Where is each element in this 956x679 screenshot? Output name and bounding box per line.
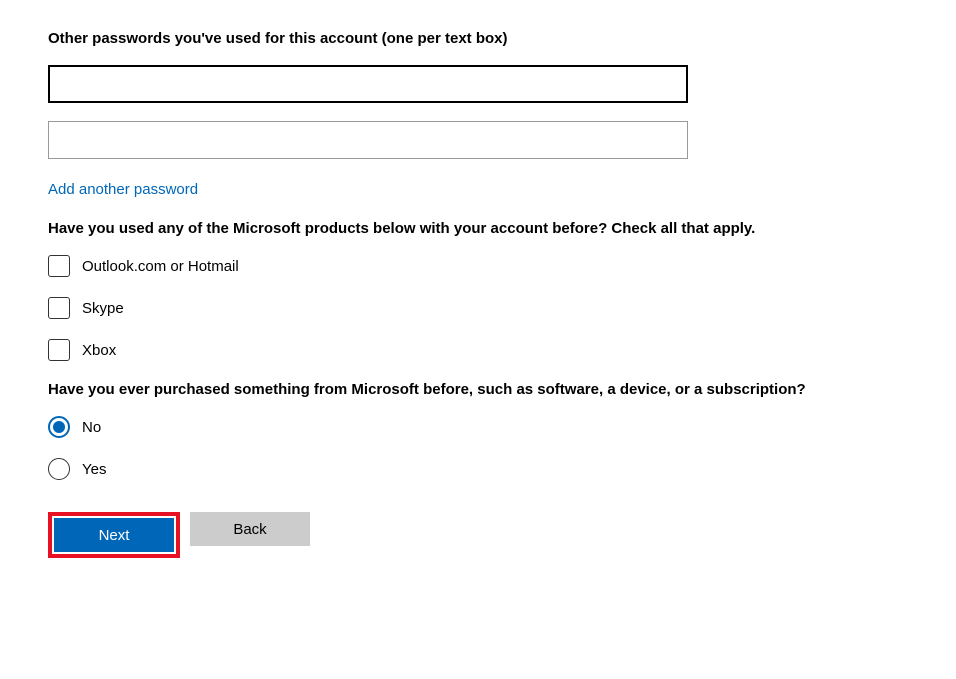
password-input-2[interactable] xyxy=(48,121,688,159)
checkbox-label-skype: Skype xyxy=(82,300,124,317)
checkbox-skype[interactable] xyxy=(48,297,70,319)
checkbox-row-outlook[interactable]: Outlook.com or Hotmail xyxy=(48,255,908,277)
products-section: Have you used any of the Microsoft produ… xyxy=(48,220,908,361)
checkbox-outlook[interactable] xyxy=(48,255,70,277)
password-input-1[interactable] xyxy=(48,65,688,103)
radio-label-yes: Yes xyxy=(82,461,106,478)
products-section-label: Have you used any of the Microsoft produ… xyxy=(48,220,908,237)
add-password-link[interactable]: Add another password xyxy=(48,181,198,198)
checkbox-label-xbox: Xbox xyxy=(82,342,116,359)
radio-row-yes[interactable]: Yes xyxy=(48,458,908,480)
next-button[interactable]: Next xyxy=(54,518,174,552)
checkbox-row-skype[interactable]: Skype xyxy=(48,297,908,319)
radio-label-no: No xyxy=(82,419,101,436)
checkbox-row-xbox[interactable]: Xbox xyxy=(48,339,908,361)
password-section-label: Other passwords you've used for this acc… xyxy=(48,30,908,47)
purchase-section: Have you ever purchased something from M… xyxy=(48,381,908,480)
radio-no[interactable] xyxy=(48,416,70,438)
back-button[interactable]: Back xyxy=(190,512,310,546)
checkbox-xbox[interactable] xyxy=(48,339,70,361)
checkbox-label-outlook: Outlook.com or Hotmail xyxy=(82,258,239,275)
button-row: Next Back xyxy=(48,512,908,558)
purchase-section-label: Have you ever purchased something from M… xyxy=(48,381,908,398)
next-button-highlight: Next xyxy=(48,512,180,558)
radio-yes[interactable] xyxy=(48,458,70,480)
radio-row-no[interactable]: No xyxy=(48,416,908,438)
password-section: Other passwords you've used for this acc… xyxy=(48,30,908,220)
